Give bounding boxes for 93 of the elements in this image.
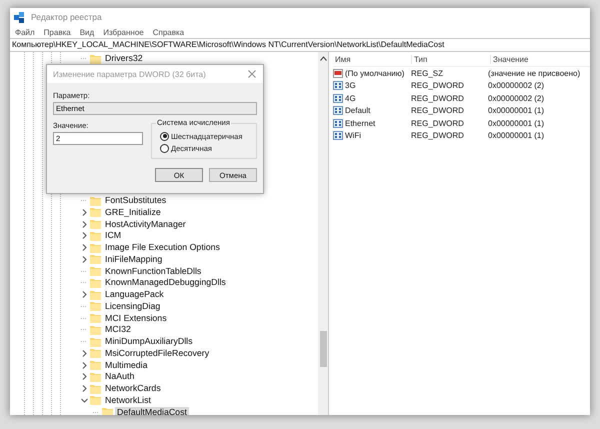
tree-item[interactable]: MiniDumpAuxiliaryDlls [103,336,194,348]
value-name[interactable]: Default [345,106,370,116]
expander[interactable] [80,220,88,228]
value-data: 0x00000002 (2) [488,94,544,103]
scrollbar[interactable] [318,52,328,415]
tree-item[interactable]: Image File Execution Options [103,242,222,254]
folder-icon [102,407,113,415]
expander[interactable] [80,372,88,381]
menu-item[interactable]: Файл [15,28,35,36]
value-type: REG_DWORD [411,81,465,90]
tree-item[interactable]: KnownFunctionTableDlls [103,266,204,277]
folder-icon [90,196,101,206]
folder-icon [90,313,101,324]
expander[interactable] [80,396,88,404]
value-type: REG_DWORD [411,94,465,103]
value-type: REG_DWORD [411,106,465,116]
tree-item[interactable]: GRE_Initialize [103,206,163,218]
menu-item[interactable]: Вид [80,28,94,36]
value-data: 0x00000002 (2) [488,81,544,90]
value-name[interactable]: 4G [345,94,356,103]
expander[interactable] [80,255,88,264]
dialog-title: Изменение параметра DWORD (32 бита) [53,70,206,78]
expander[interactable] [80,349,88,358]
binary-value-icon [333,81,343,90]
folder-icon [90,254,101,264]
folder-icon [90,384,101,394]
tree-item[interactable]: LanguagePack [103,289,166,300]
folder-icon [90,290,101,300]
folder-icon [90,242,101,253]
tree-item[interactable]: FontSubstitutes [103,195,168,206]
column-header[interactable]: Имя [333,54,412,64]
binary-value-icon [333,118,343,128]
binary-value-icon [333,106,343,116]
folder-icon [90,372,101,382]
tree-item[interactable]: KnownManagedDebuggingDlls [103,277,228,288]
tree-item[interactable]: LicensingDiag [103,300,162,312]
folder-icon [90,230,101,241]
value-data: 0x00000001 (1) [488,131,544,140]
expander[interactable] [80,244,88,252]
folder-icon [90,301,101,312]
value-name[interactable]: Ethernet [345,118,376,128]
tree-item[interactable]: NetworkList [103,394,153,406]
value-type: REG_DWORD [411,118,465,128]
folder-icon [90,324,101,335]
registry-cubes-icon [14,12,25,22]
folder-icon [90,336,101,347]
folder-icon [90,395,101,406]
column-header[interactable]: Значение [491,54,528,64]
scrollbar-thumb[interactable] [320,331,326,367]
value-name[interactable]: 3G [345,81,356,90]
folder-icon [90,348,101,358]
radio-button[interactable] [160,132,169,140]
value-type: REG_SZ [411,68,444,78]
tree-item[interactable]: MCI32 [103,324,133,336]
tree-item[interactable]: ICM [103,230,124,242]
tree-item[interactable]: MCI Extensions [103,312,169,324]
value-data: (значение не присвоено) [488,68,580,78]
column-header[interactable]: Тип [412,54,491,64]
menu-item[interactable]: Избранное [103,28,144,36]
value-data: 0x00000001 (1) [488,106,544,116]
folder-icon [90,207,101,218]
folder-icon [90,219,101,230]
expander[interactable] [80,232,88,240]
binary-value-icon [333,131,343,140]
tree-item[interactable]: IniFileMapping [103,254,164,265]
expander[interactable] [80,361,88,370]
expander[interactable] [80,384,88,393]
tree-item[interactable]: HostActivityManager [103,218,188,230]
tree-item[interactable]: NetworkCards [103,383,163,394]
menu-item[interactable]: Справка [152,28,184,36]
scroll-up-icon[interactable] [320,56,326,61]
tree-item[interactable]: Drivers32 [103,53,145,64]
expander[interactable] [80,208,88,216]
window-title: Редактор реестра [31,12,102,22]
value-data: 0x00000001 (1) [488,118,544,128]
tree-item[interactable]: NaAuth [103,371,136,382]
folder-icon [90,54,101,64]
binary-value-icon [333,94,343,103]
radio-button[interactable] [160,144,169,152]
tree-item[interactable]: MsiCorruptedFileRecovery [103,348,212,359]
address-bar[interactable]: Компьютер\HKEY_LOCAL_MACHINE\SOFTWARE\Microsoft\Windows NT\CurrentVersion\NetworkList\DefaultMediaCost [10,38,590,52]
string-value-icon [333,68,343,78]
folder-icon [90,278,101,288]
tree-item[interactable]: DefaultMediaCost [115,406,189,415]
folder-icon [90,360,101,370]
value-name[interactable]: WiFi [345,131,361,140]
menu-item[interactable]: Правка [44,28,71,36]
value-name[interactable]: (По умолчанию) [345,68,404,78]
tree-item[interactable]: Multimedia [103,360,150,371]
close-icon[interactable] [248,70,256,78]
expander[interactable] [80,290,88,299]
folder-icon [90,266,101,276]
value-type: REG_DWORD [411,131,465,140]
